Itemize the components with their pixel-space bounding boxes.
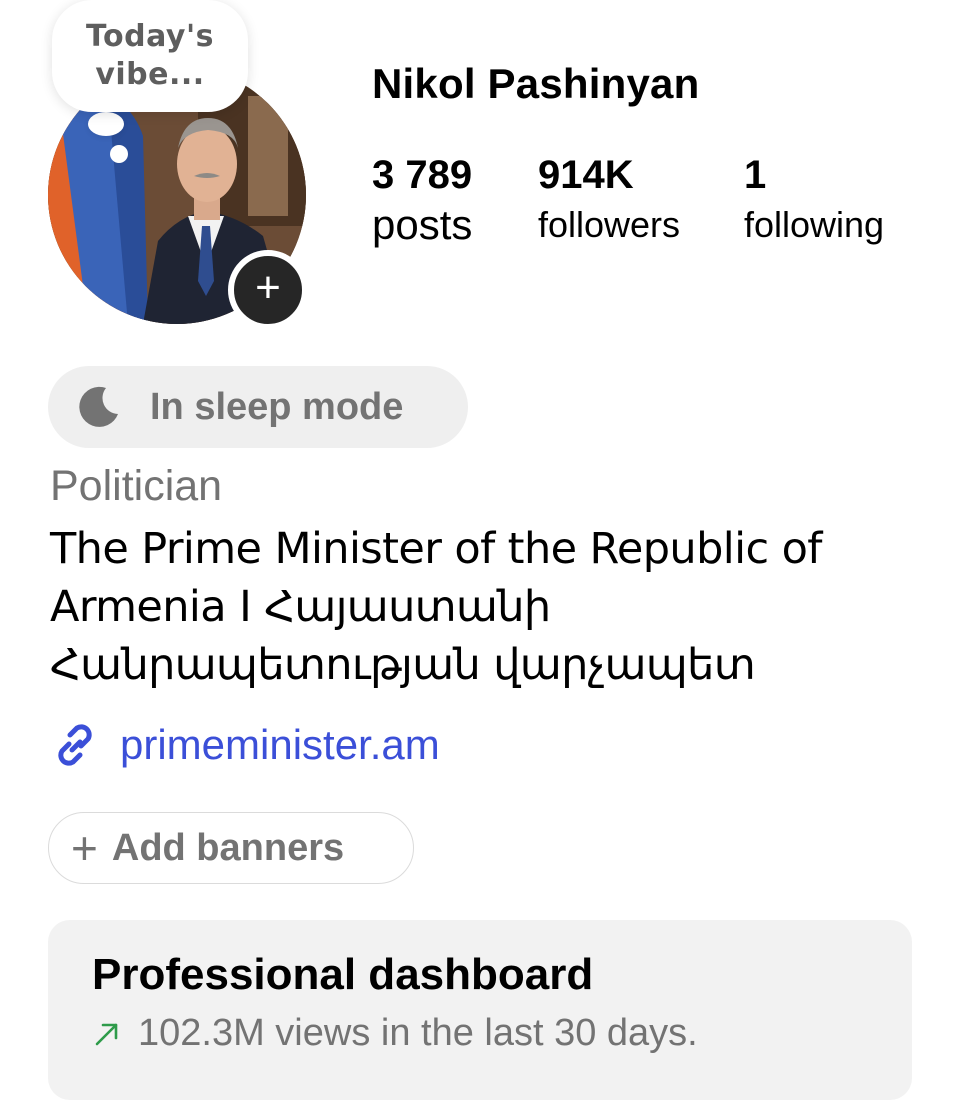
link-text[interactable]: primeminister.am <box>120 721 440 769</box>
posts-label: posts <box>372 201 473 248</box>
profile-bio: The Prime Minister of the Republic of Ar… <box>50 520 930 694</box>
trend-up-icon <box>95 1023 118 1045</box>
note-text: Today's vibe... <box>86 19 214 92</box>
sleep-mode-label: In sleep mode <box>150 385 404 428</box>
bio-line: Հանրապետության վարչապետ <box>50 640 756 690</box>
profile-link[interactable]: primeminister.am <box>48 718 440 772</box>
dashboard-subtitle: 102.3M views in the last 30 days. <box>138 1012 698 1054</box>
dashboard-subtitle-row: 102.3M views in the last 30 days. <box>92 1012 698 1055</box>
moon-icon <box>79 386 118 427</box>
stat-following[interactable]: 1 following <box>744 150 884 250</box>
followers-label: followers <box>538 204 681 245</box>
profile-category: Politician <box>50 462 223 510</box>
plus-icon: + <box>71 822 98 874</box>
plus-icon: + <box>255 263 281 312</box>
following-label: following <box>744 204 885 245</box>
posts-count: 3 789 <box>372 153 473 197</box>
bio-line: Armenia I Հայաստանի <box>50 582 551 632</box>
add-banners-button[interactable]: + Add banners <box>48 812 414 884</box>
professional-dashboard-card[interactable]: Professional dashboard 102.3M views in t… <box>48 920 912 1100</box>
profile-name: Nikol Pashinyan <box>372 60 700 107</box>
sleep-mode-badge[interactable]: In sleep mode <box>48 366 468 448</box>
link-icon <box>58 724 92 766</box>
add-banners-label: Add banners <box>111 826 345 869</box>
following-count: 1 <box>744 153 767 197</box>
followers-count: 914K <box>538 153 634 197</box>
dashboard-title: Professional dashboard <box>92 950 594 999</box>
stat-followers[interactable]: 914K followers <box>538 150 680 250</box>
note-bubble-tail <box>88 112 124 136</box>
stat-posts[interactable]: 3 789 posts <box>372 150 472 250</box>
bio-line: The Prime Minister of the Republic of <box>50 524 822 574</box>
note-bubble-dot <box>110 145 128 163</box>
note-bubble[interactable]: Today's vibe... <box>52 0 248 112</box>
add-story-button[interactable]: + <box>228 250 308 330</box>
